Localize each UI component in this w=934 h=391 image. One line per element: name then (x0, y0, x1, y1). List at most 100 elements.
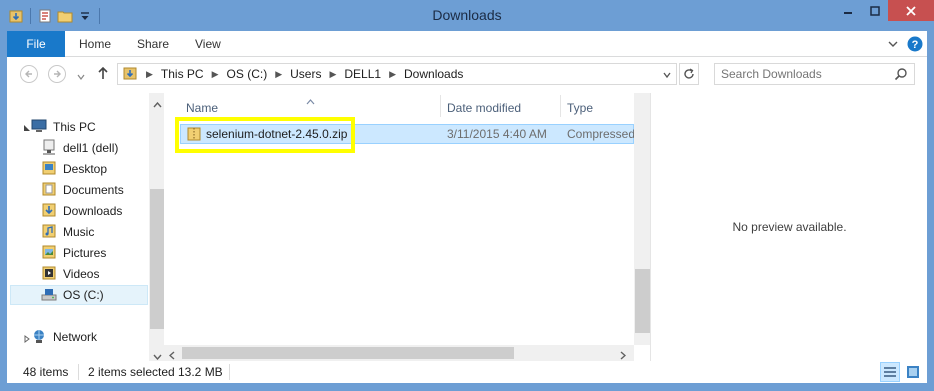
breadcrumb-os-c[interactable]: OS (C:) (227, 67, 268, 81)
window-title: Downloads (432, 7, 502, 23)
breadcrumb-chevron-icon[interactable]: ▶ (389, 69, 396, 80)
help-icon[interactable]: ? (907, 36, 923, 55)
forward-button[interactable] (48, 65, 66, 83)
selection-count: 2 items selected (88, 365, 175, 379)
nav-label: Music (63, 225, 95, 239)
breadcrumb-chevron-icon[interactable]: ▶ (146, 69, 153, 80)
breadcrumb-chevron-icon[interactable]: ▶ (329, 69, 336, 80)
nav-item-videos[interactable]: Videos (41, 264, 99, 284)
nav-network[interactable]: Network (24, 327, 98, 347)
file-scroll-thumb[interactable] (635, 269, 650, 333)
horizontal-scrollbar[interactable] (164, 345, 634, 361)
videos-folder-icon (41, 265, 57, 284)
breadcrumb-chevron-icon[interactable]: ▶ (212, 69, 219, 80)
recent-locations-icon[interactable] (77, 70, 85, 84)
nav-label: Network (53, 330, 98, 344)
network-drive-icon (41, 139, 57, 158)
maximize-button[interactable] (861, 0, 888, 21)
nav-label: Videos (63, 267, 100, 281)
nav-label: Pictures (63, 246, 107, 260)
nav-label: dell1 (dell) (63, 141, 119, 155)
nav-label: This PC (53, 120, 96, 134)
column-divider[interactable] (440, 95, 441, 117)
music-folder-icon (41, 223, 57, 242)
tab-home[interactable]: Home (79, 31, 111, 57)
item-count: 48 items (23, 365, 69, 379)
network-icon (31, 328, 47, 347)
back-button[interactable] (20, 65, 38, 83)
nav-item-dell1[interactable]: dell1 (dell) (41, 138, 118, 158)
refresh-button[interactable] (679, 63, 699, 85)
address-row: ▶ This PC ▶ OS (C:) ▶ Users ▶ DELL1 ▶ Do… (7, 57, 927, 93)
pictures-folder-icon (41, 244, 57, 263)
close-button[interactable] (888, 0, 934, 21)
downloads-folder-icon (41, 202, 57, 221)
close-icon (906, 5, 916, 16)
address-dropdown-icon[interactable] (662, 69, 672, 83)
explorer-window: Downloads File Home Share View ? ▶ This … (0, 0, 934, 391)
nav-item-os-c[interactable]: OS (C:) (10, 285, 148, 305)
tab-view[interactable]: View (195, 31, 221, 57)
documents-folder-icon (41, 181, 57, 200)
nav-label: OS (C:) (63, 288, 104, 302)
column-divider[interactable] (560, 95, 561, 117)
nav-label: Desktop (63, 162, 108, 176)
details-view-icon (884, 367, 896, 377)
ribbon-right-controls: ? (887, 36, 923, 55)
column-header-type[interactable]: Type (567, 93, 593, 121)
breadcrumb-chevron-icon[interactable]: ▶ (275, 69, 282, 80)
selection-size: 13.2 MB (178, 365, 223, 379)
up-button[interactable] (97, 66, 109, 83)
nav-item-downloads[interactable]: Downloads (41, 201, 122, 221)
file-date: 3/11/2015 4:40 AM (447, 127, 547, 141)
address-bar[interactable]: ▶ This PC ▶ OS (C:) ▶ Users ▶ DELL1 ▶ Do… (117, 63, 677, 85)
file-list: Name Date modified Type selenium-dotnet-… (164, 93, 651, 361)
nav-label: Downloads (63, 204, 123, 218)
search-box[interactable] (714, 63, 915, 85)
search-icon[interactable] (894, 67, 908, 84)
drive-icon (41, 286, 57, 305)
horizontal-scroll-thumb[interactable] (182, 347, 514, 359)
nav-item-pictures[interactable]: Pictures (41, 243, 106, 263)
scroll-up-icon[interactable] (153, 97, 162, 111)
nav-item-desktop[interactable]: Desktop (41, 159, 107, 179)
search-input[interactable] (715, 64, 885, 84)
tab-share[interactable]: Share (137, 31, 169, 57)
nav-item-documents[interactable]: Documents (41, 180, 124, 200)
nav-this-pc[interactable]: This PC (24, 117, 96, 137)
status-bar: 48 items 2 items selected 13.2 MB (7, 361, 927, 383)
forward-arrow-icon (54, 70, 61, 78)
window-controls (834, 0, 934, 21)
nav-scroll-thumb[interactable] (150, 189, 165, 329)
expand-ribbon-icon[interactable] (887, 38, 899, 53)
downloads-folder-icon (122, 65, 138, 84)
sort-ascending-icon (306, 94, 315, 108)
back-arrow-icon (25, 70, 32, 78)
expand-arrow-icon[interactable] (23, 332, 31, 346)
details-view-button[interactable] (880, 362, 900, 382)
breadcrumb-this-pc[interactable]: This PC (161, 67, 204, 81)
preview-pane: No preview available. (650, 93, 927, 361)
large-icons-view-button[interactable] (903, 362, 923, 382)
expand-arrow-icon[interactable] (23, 121, 31, 135)
minimize-button[interactable] (834, 0, 861, 21)
status-divider (78, 364, 79, 380)
file-list-scrollbar[interactable] (634, 93, 651, 345)
up-arrow-icon (98, 66, 108, 79)
column-header-date[interactable]: Date modified (447, 93, 521, 121)
breadcrumb-downloads[interactable]: Downloads (404, 67, 463, 81)
refresh-icon (684, 68, 694, 79)
svg-text:?: ? (912, 39, 919, 51)
ribbon-tabs: File Home Share View ? (7, 31, 927, 57)
status-divider (229, 364, 230, 380)
nav-item-music[interactable]: Music (41, 222, 94, 242)
nav-label: Documents (63, 183, 124, 197)
large-icons-view-icon (907, 366, 919, 378)
preview-message: No preview available. (732, 220, 847, 234)
title-bar: Downloads (0, 0, 934, 31)
breadcrumb-dell1[interactable]: DELL1 (344, 67, 381, 81)
tab-file[interactable]: File (7, 31, 65, 57)
breadcrumb-users[interactable]: Users (290, 67, 321, 81)
file-type: Compressed (567, 127, 636, 141)
highlight-annotation (175, 117, 355, 153)
